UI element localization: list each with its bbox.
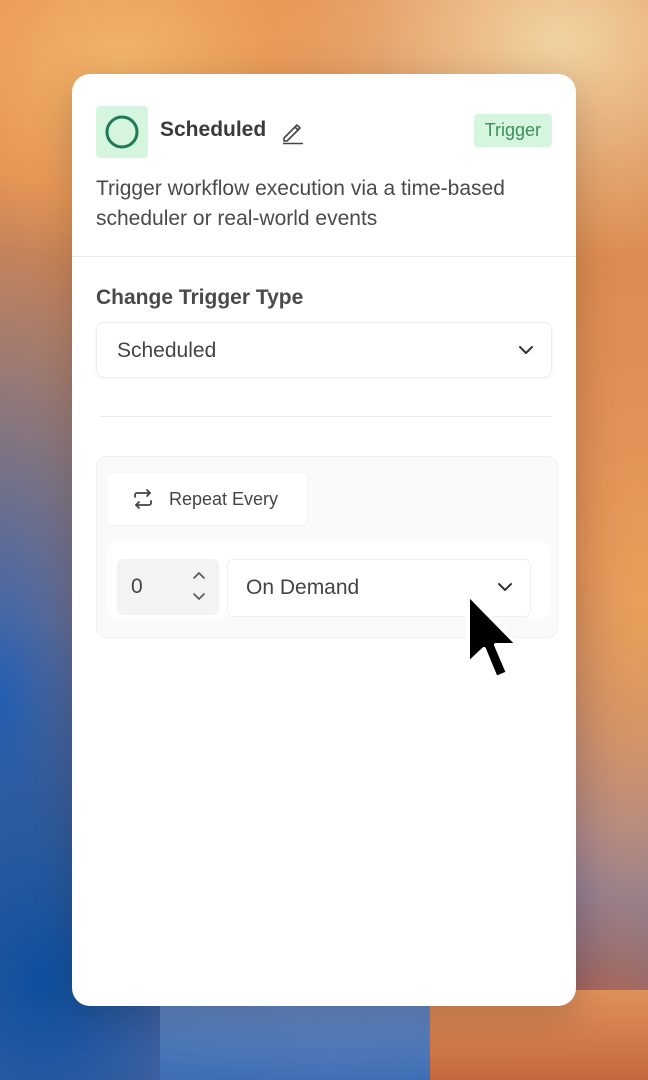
interval-number-input[interactable]: 0 — [117, 559, 219, 615]
circle-icon — [105, 115, 139, 149]
node-description: Trigger workflow execution via a time-ba… — [96, 177, 505, 230]
interval-unit-selected-value: On Demand — [246, 576, 360, 599]
trigger-type-select[interactable]: Scheduled — [96, 322, 552, 378]
trigger-config-panel: Scheduled Trigger Trigger workflow execu… — [72, 74, 576, 1006]
node-type-icon-container — [96, 106, 148, 158]
trigger-type-selected-value: Scheduled — [117, 339, 217, 362]
chevron-down-icon — [519, 346, 533, 354]
repeat-every-tab[interactable]: Repeat Every — [107, 473, 307, 525]
trigger-type-label: Change Trigger Type — [96, 286, 304, 309]
trigger-badge: Trigger — [473, 114, 552, 147]
interval-number-value: 0 — [131, 575, 143, 598]
pencil-icon[interactable] — [280, 119, 306, 145]
panel-header: Scheduled Trigger Trigger workflow execu… — [72, 74, 576, 257]
node-title: Scheduled — [160, 118, 267, 141]
section-divider — [100, 416, 552, 417]
repeat-icon — [134, 489, 152, 509]
mouse-pointer-icon — [466, 592, 520, 680]
repeat-every-label: Repeat Every — [169, 489, 279, 509]
stepper-arrows-icon[interactable] — [191, 569, 207, 603]
